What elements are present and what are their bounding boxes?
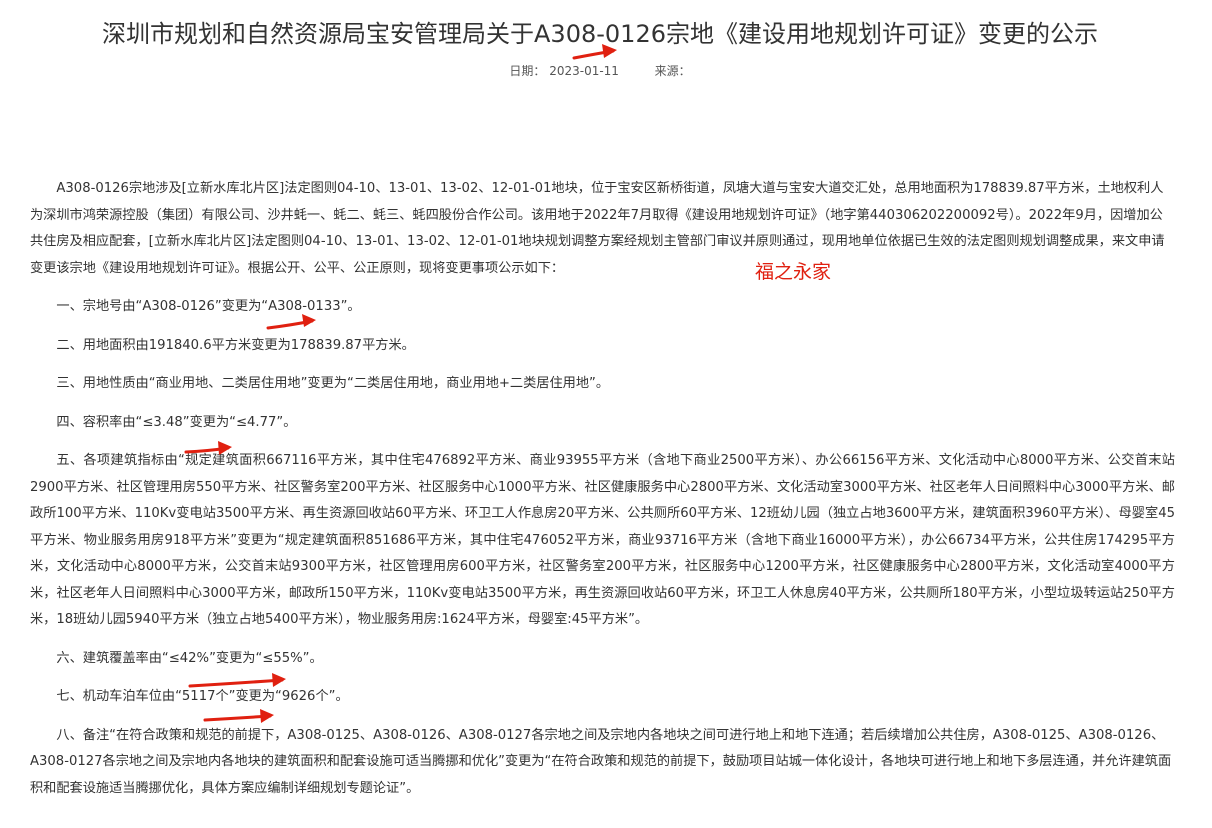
item-5: 五、各项建筑指标由“规定建筑面积667116平方米，其中住宅476892平方米、…: [30, 453, 1175, 627]
article-meta: 日期： 2023-01-11 来源：: [0, 62, 1200, 79]
intro-paragraph: A308-0126宗地涉及[立新水库北片区]法定图则04-10、13-01、13…: [30, 181, 1165, 276]
source-label: 来源：: [654, 64, 691, 78]
item-8: 八、备注“在符合政策和规范的前提下，A308-0125、A308-0126、A3…: [30, 727, 1172, 796]
publish-date: 2023-01-11: [549, 64, 619, 78]
article-body: A308-0126宗地涉及[立新水库北片区]法定图则04-10、13-01、13…: [30, 176, 1175, 802]
item-2: 二、用地面积由191840.6平方米变更为178839.87平方米。: [56, 337, 415, 353]
item-4: 四、容积率由“≤3.48”变更为“≤4.77”。: [56, 414, 297, 430]
date-label: 日期：: [509, 64, 546, 78]
handwritten-annotation: 福之永家: [755, 261, 832, 283]
item-1: 一、宗地号由“A308-0126”变更为“A308-0133”。: [56, 299, 361, 314]
item-7: 七、机动车泊车位由“5117个”变更为“9626个”。: [56, 689, 349, 704]
page-title: 深圳市规划和自然资源局宝安管理局关于A308-0126宗地《建设用地规划许可证》…: [102, 20, 1098, 48]
item-3: 三、用地性质由“商业用地、二类居住用地”变更为“二类居住用地，商业用地+二类居住…: [56, 376, 610, 391]
item-6: 六、建筑覆盖率由“≤42%”变更为“≤55%”。: [56, 650, 323, 666]
